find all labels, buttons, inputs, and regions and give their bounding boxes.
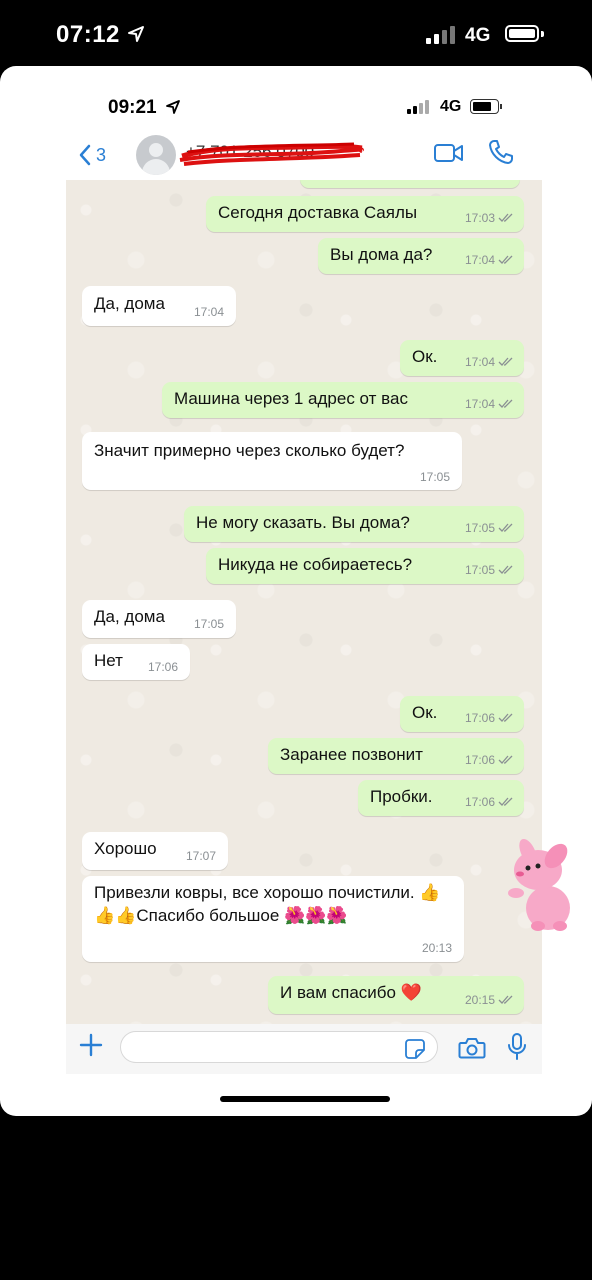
message-text: Вы дома да? xyxy=(330,245,433,264)
double-check-icon xyxy=(498,255,513,264)
message-time: 17:06 xyxy=(464,752,495,767)
message-text: Не могу сказать. Вы дома? xyxy=(196,513,410,532)
message-text: Заранее позвонит xyxy=(280,745,423,764)
double-check-icon xyxy=(498,797,513,806)
inner-network-label: 4G xyxy=(440,98,462,115)
message-text: Да, дома xyxy=(94,294,165,313)
video-call-button[interactable] xyxy=(434,142,464,169)
message-text: И вам спасибо ❤️ xyxy=(280,983,422,1002)
outer-status-bar: 07:12 4G xyxy=(0,0,592,66)
voice-call-button[interactable] xyxy=(488,139,514,170)
message-composer xyxy=(66,1024,542,1074)
phone-icon xyxy=(489,140,513,164)
battery-tip xyxy=(541,31,544,37)
message-text: Пробки. xyxy=(370,787,433,806)
message-text: Хорошо xyxy=(94,839,157,858)
chat-header: 3 +7 701 256 0700 xyxy=(66,132,542,180)
microphone-icon xyxy=(508,1033,526,1060)
sticker-icon xyxy=(405,1039,425,1059)
message-time: 17:04 xyxy=(464,396,495,411)
inner-clock: 09:21 xyxy=(108,97,157,118)
inner-battery-icon xyxy=(470,99,499,114)
message-bubble[interactable]: Да, дома 17:04 xyxy=(82,286,236,326)
video-call-icon xyxy=(434,144,463,162)
attach-button[interactable] xyxy=(78,1032,104,1063)
message-text: Сегодня доставка Саялы xyxy=(218,203,418,222)
location-arrow-icon xyxy=(127,25,145,48)
message-time: 17:04 xyxy=(464,354,495,369)
home-indicator xyxy=(220,1096,390,1102)
outer-clock: 07:12 xyxy=(56,21,120,48)
message-bubble[interactable]: Да, дома 17:05 xyxy=(82,600,236,638)
camera-button[interactable] xyxy=(458,1036,486,1065)
inner-location-arrow-icon xyxy=(165,99,181,120)
message-text: Никуда не собираетесь? xyxy=(218,555,413,574)
double-check-icon xyxy=(498,755,513,764)
message-bubble[interactable]: Не могу сказать. Вы дома? 17:05 xyxy=(184,506,524,542)
avatar[interactable] xyxy=(136,135,176,175)
message-bubble[interactable]: Никуда не собираетесь? 17:05 xyxy=(206,548,524,584)
message-time: 17:04 xyxy=(193,304,224,319)
outer-network-label: 4G xyxy=(465,25,491,46)
microphone-button[interactable] xyxy=(506,1032,528,1067)
signal-strength-icon xyxy=(426,26,458,49)
message-time: 17:07 xyxy=(185,848,216,863)
message-text: Значит примерно через сколько будет? xyxy=(94,441,405,460)
message-bubble[interactable]: Ок. 17:04 xyxy=(400,340,524,376)
message-bubble[interactable]: Вы дома да? 17:04 xyxy=(318,238,524,274)
message-input[interactable] xyxy=(120,1031,438,1063)
message-bubble[interactable]: И вам спасибо ❤️ 20:15 xyxy=(268,976,524,1014)
message-time: 20:13 xyxy=(421,940,452,955)
message-time: 17:05 xyxy=(464,520,495,535)
sticker-button[interactable] xyxy=(404,1038,426,1065)
message-time: 17:05 xyxy=(464,562,495,577)
chat-area[interactable]: Сегодня доставка Саялы 17:03 Вы дома да?… xyxy=(66,180,542,1024)
double-check-icon xyxy=(498,523,513,532)
double-check-icon xyxy=(498,995,513,1004)
message-bubble[interactable]: Хорошо 17:07 xyxy=(82,832,228,870)
partial-message-bubble xyxy=(300,180,520,188)
screenshot-card: 09:21 4G 3 +7 701 256 0700 Сегодня доста… xyxy=(0,66,592,1116)
message-bubble[interactable]: Привезли ковры, все хорошо почистили. 👍👍… xyxy=(82,876,464,962)
message-time: 17:05 xyxy=(419,469,450,484)
message-text: Ок. xyxy=(412,347,438,366)
message-time: 17:06 xyxy=(464,710,495,725)
inner-signal-icon xyxy=(407,99,433,119)
message-bubble[interactable]: Пробки. 17:06 xyxy=(358,780,524,816)
message-text: Машина через 1 адрес от вас xyxy=(174,389,408,408)
camera-icon xyxy=(458,1038,486,1059)
bunny-sticker xyxy=(508,838,570,931)
message-bubble[interactable]: Значит примерно через сколько будет? 17:… xyxy=(82,432,462,490)
message-bubble[interactable]: Ок. 17:06 xyxy=(400,696,524,732)
message-text: Привезли ковры, все хорошо почистили. 👍👍… xyxy=(94,883,441,925)
redaction-scribble xyxy=(179,142,364,166)
message-text: Нет xyxy=(94,651,123,670)
double-check-icon xyxy=(498,213,513,222)
message-time: 17:06 xyxy=(464,794,495,809)
message-text: Ок. xyxy=(412,703,438,722)
double-check-icon xyxy=(498,565,513,574)
message-bubble[interactable]: Нет 17:06 xyxy=(82,644,190,680)
message-time: 17:06 xyxy=(147,659,178,674)
message-text: Да, дома xyxy=(94,607,165,626)
message-time: 17:04 xyxy=(464,252,495,267)
back-count: 3 xyxy=(96,144,107,165)
message-time: 17:05 xyxy=(193,616,224,631)
message-time: 17:03 xyxy=(464,210,495,225)
double-check-icon xyxy=(498,713,513,722)
battery-icon xyxy=(505,25,539,42)
message-bubble[interactable]: Машина через 1 адрес от вас 17:04 xyxy=(162,382,524,418)
inner-battery-tip xyxy=(500,104,502,109)
message-bubble[interactable]: Сегодня доставка Саялы 17:03 xyxy=(206,196,524,232)
chevron-left-icon xyxy=(79,144,91,166)
back-button[interactable]: 3 xyxy=(78,144,106,166)
plus-icon xyxy=(79,1033,103,1057)
double-check-icon xyxy=(498,399,513,408)
message-bubble[interactable]: Заранее позвонит 17:06 xyxy=(268,738,524,774)
message-time: 20:15 xyxy=(464,992,495,1007)
double-check-icon xyxy=(498,357,513,366)
